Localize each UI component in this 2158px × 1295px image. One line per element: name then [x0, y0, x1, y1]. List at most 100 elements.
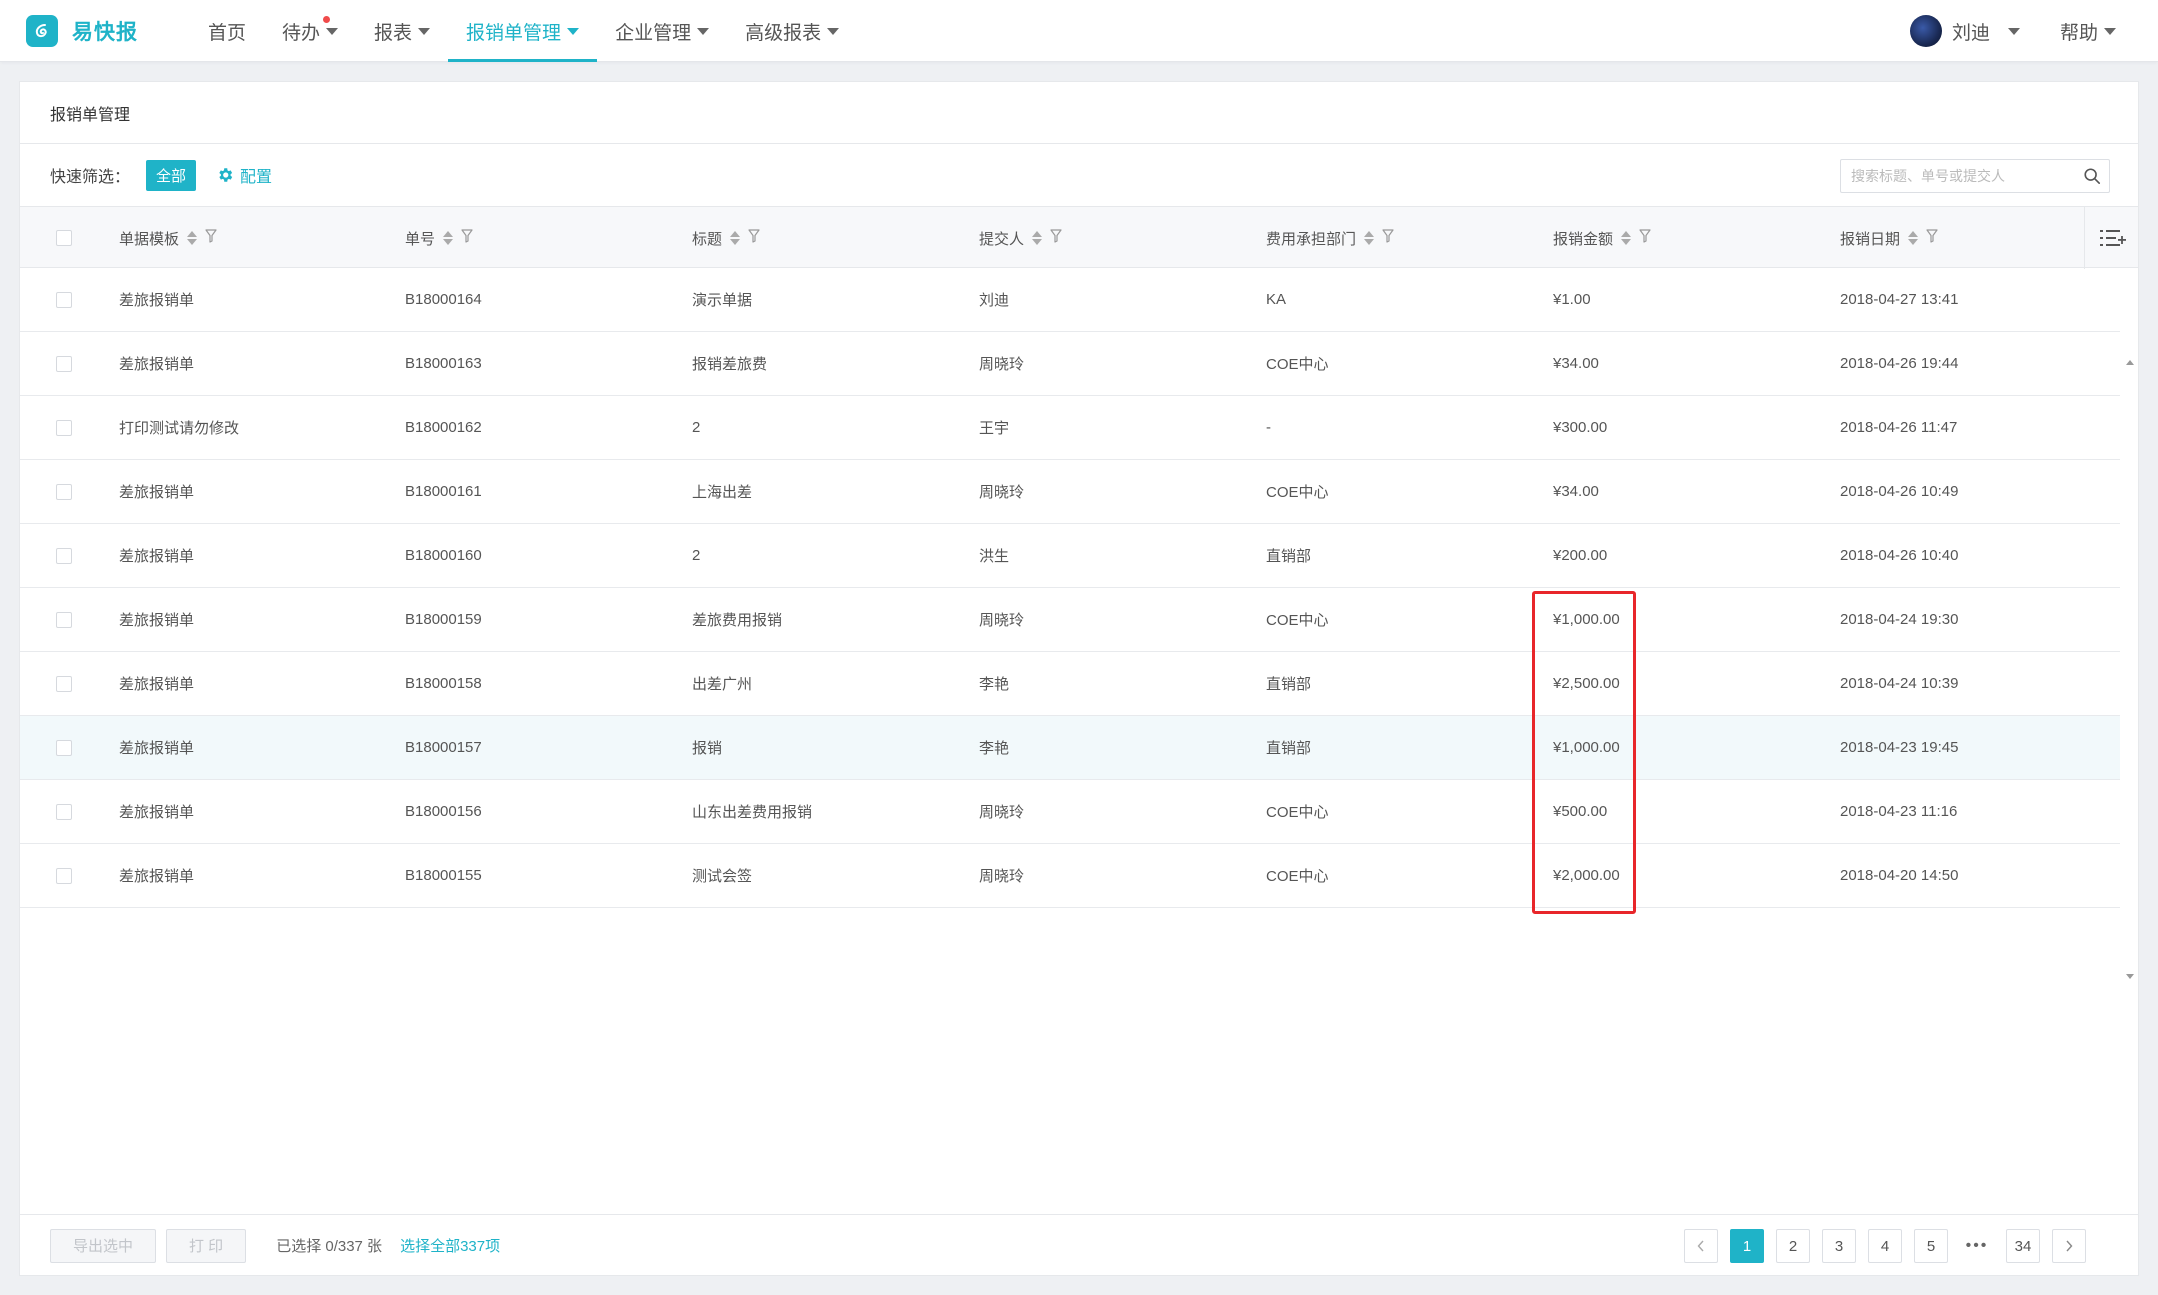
- table-cell: 刘迪: [979, 292, 1010, 309]
- table-row[interactable]: 差旅报销单 B18000163 报销差旅费 周晓玲 COE中心 ¥34.00 2018-04…: [20, 332, 2120, 396]
- scroll-up-icon[interactable]: [2126, 360, 2134, 365]
- nav-item-5[interactable]: 高级报表: [727, 0, 857, 62]
- page-button[interactable]: 3: [1822, 1229, 1856, 1263]
- table-cell: ¥1,000.00: [1553, 739, 1620, 756]
- table-cell: 报销: [692, 740, 723, 757]
- table-header: 单据模板 单号 标题 提交人 费用承担部门 报销金额 报销日期: [20, 206, 2138, 269]
- table-row[interactable]: 差旅报销单 B18000161 上海出差 周晓玲 COE中心 ¥34.00 2018-04-…: [20, 460, 2120, 524]
- sort-icon[interactable]: [187, 231, 198, 245]
- sort-icon[interactable]: [443, 231, 454, 245]
- column-header-1[interactable]: 单号: [405, 207, 473, 269]
- filter-config-button[interactable]: 配置: [216, 163, 272, 187]
- table-row[interactable]: 差旅报销单 B18000156 山东出差费用报销 周晓玲 COE中心 ¥500.00 201…: [20, 780, 2120, 844]
- table-cell: 差旅报销单: [119, 612, 195, 629]
- filter-funnel-icon[interactable]: [205, 229, 217, 247]
- row-checkbox[interactable]: [56, 291, 72, 308]
- column-header-3[interactable]: 提交人: [979, 207, 1062, 269]
- column-header-4[interactable]: 费用承担部门: [1266, 207, 1394, 269]
- user-menu[interactable]: 刘迪: [1910, 14, 2021, 48]
- filter-funnel-icon[interactable]: [1382, 229, 1394, 247]
- table-row[interactable]: 打印测试请勿修改 B18000162 2 王宇 - ¥300.00 2018-04-26 1…: [20, 396, 2120, 460]
- app-logo[interactable]: 易快报: [26, 14, 138, 48]
- nav-item-2[interactable]: 报表: [356, 0, 448, 62]
- search-icon[interactable]: [2075, 167, 2109, 185]
- table-row[interactable]: 差旅报销单 B18000159 差旅费用报销 周晓玲 COE中心 ¥1,000.00 201…: [20, 588, 2120, 652]
- nav-item-label: 待办: [282, 22, 321, 44]
- column-header-0[interactable]: 单据模板: [119, 207, 217, 269]
- chevron-right-icon: [2066, 1240, 2073, 1252]
- app-name: 易快报: [72, 21, 138, 44]
- sort-icon[interactable]: [730, 231, 741, 245]
- row-checkbox[interactable]: [56, 419, 72, 436]
- table-cell: 李艳: [979, 740, 1010, 757]
- table-row[interactable]: 差旅报销单 B18000158 出差广州 李艳 直销部 ¥2,500.00 2018-04-…: [20, 652, 2120, 716]
- table-row[interactable]: 差旅报销单 B18000157 报销 李艳 直销部 ¥1,000.00 2018-04-23…: [20, 716, 2120, 780]
- nav-item-3[interactable]: 报销单管理: [448, 0, 598, 62]
- select-all-checkbox[interactable]: [56, 230, 72, 246]
- table-cell: 2018-04-23 11:16: [1840, 803, 1958, 820]
- column-header-label: 单据模板: [119, 230, 180, 248]
- sort-icon[interactable]: [1621, 231, 1632, 245]
- page-button[interactable]: 5: [1914, 1229, 1948, 1263]
- page-button[interactable]: 4: [1868, 1229, 1902, 1263]
- export-selected-button[interactable]: 导出选中: [50, 1228, 157, 1263]
- table-cell: 周晓玲: [979, 868, 1025, 885]
- column-header-2[interactable]: 标题: [692, 207, 760, 269]
- page-button[interactable]: 1: [1730, 1229, 1764, 1263]
- row-checkbox[interactable]: [56, 867, 72, 884]
- table-cell: 2018-04-26 10:40: [1840, 547, 1959, 564]
- pagination-ellipsis[interactable]: •••: [1960, 1229, 1994, 1263]
- filter-funnel-icon[interactable]: [748, 229, 760, 247]
- nav-item-4[interactable]: 企业管理: [597, 0, 727, 62]
- row-checkbox[interactable]: [56, 483, 72, 500]
- table-cell: B18000155: [405, 867, 482, 884]
- row-checkbox[interactable]: [56, 803, 72, 820]
- table-cell: ¥34.00: [1553, 355, 1599, 372]
- help-menu[interactable]: 帮助: [2060, 14, 2117, 48]
- chevron-down-icon: [567, 27, 580, 35]
- column-header-label: 报销金额: [1553, 230, 1614, 248]
- table-cell: 出差广州: [692, 676, 753, 693]
- filter-funnel-icon[interactable]: [1926, 229, 1938, 247]
- table-cell: ¥34.00: [1553, 483, 1599, 500]
- select-all-link[interactable]: 选择全部337项: [400, 1235, 500, 1256]
- filter-funnel-icon[interactable]: [1639, 229, 1651, 247]
- prev-page-button[interactable]: [1684, 1229, 1718, 1263]
- filter-funnel-icon[interactable]: [461, 229, 473, 247]
- scroll-down-icon[interactable]: [2126, 974, 2134, 979]
- sort-icon[interactable]: [1908, 231, 1919, 245]
- row-checkbox[interactable]: [56, 739, 72, 756]
- row-checkbox-cell: [56, 268, 72, 331]
- row-checkbox[interactable]: [56, 355, 72, 372]
- main-nav: 首页 待办 报表 报销单管理 企业管理 高级报表: [190, 0, 857, 62]
- table-cell: 洪生: [979, 548, 1010, 565]
- nav-item-1[interactable]: 待办: [264, 0, 356, 62]
- page-button[interactable]: 34: [2006, 1229, 2040, 1263]
- next-page-button[interactable]: [2052, 1229, 2086, 1263]
- table-row[interactable]: 差旅报销单 B18000155 测试会签 周晓玲 COE中心 ¥2,000.00 2018-…: [20, 844, 2120, 908]
- table-cell: COE中心: [1266, 484, 1329, 501]
- page-button[interactable]: 2: [1776, 1229, 1810, 1263]
- nav-item-label: 报销单管理: [466, 22, 562, 44]
- table-row[interactable]: 差旅报销单 B18000160 2 洪生 直销部 ¥200.00 2018-04-26 10…: [20, 524, 2120, 588]
- vertical-scrollbar[interactable]: [2122, 268, 2138, 988]
- table-row[interactable]: 差旅报销单 B18000164 演示单据 刘迪 KA ¥1.00 2018-04-27 13…: [20, 268, 2120, 332]
- filter-funnel-icon[interactable]: [1050, 229, 1062, 247]
- row-checkbox[interactable]: [56, 547, 72, 564]
- column-config-icon[interactable]: [2098, 227, 2126, 254]
- column-header-5[interactable]: 报销金额: [1553, 207, 1651, 269]
- column-divider: [2084, 207, 2085, 269]
- row-checkbox[interactable]: [56, 675, 72, 692]
- column-header-6[interactable]: 报销日期: [1840, 207, 1938, 269]
- table-cell: 差旅报销单: [119, 356, 195, 373]
- filter-all-tag[interactable]: 全部: [146, 159, 197, 191]
- table-cell: 2018-04-27 13:41: [1840, 291, 1959, 308]
- sort-icon[interactable]: [1032, 231, 1043, 245]
- sort-icon[interactable]: [1364, 231, 1375, 245]
- table-cell: 演示单据: [692, 292, 753, 309]
- table-cell: 差旅报销单: [119, 868, 195, 885]
- nav-item-0[interactable]: 首页: [190, 0, 264, 62]
- print-button[interactable]: 打 印: [166, 1228, 247, 1263]
- search-input[interactable]: [1841, 161, 2075, 191]
- row-checkbox[interactable]: [56, 611, 72, 628]
